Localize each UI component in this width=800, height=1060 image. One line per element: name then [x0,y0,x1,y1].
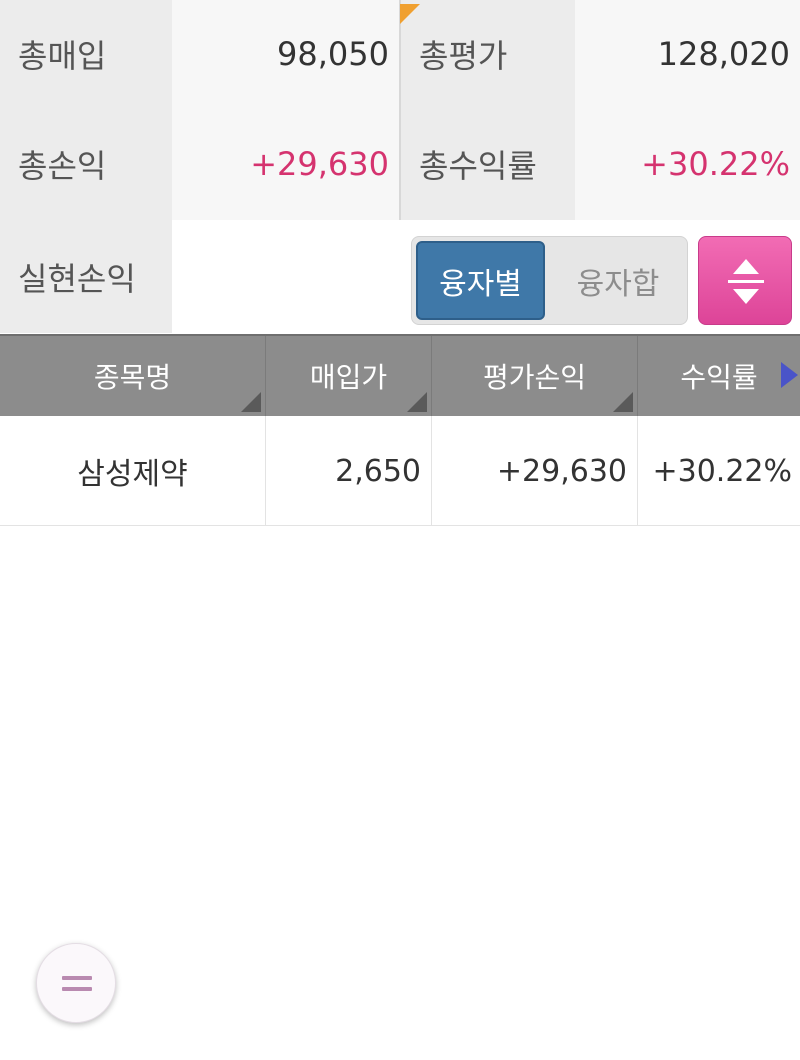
column-divider [399,0,401,220]
header-eval-pl[interactable]: 평가손익 [432,336,638,416]
realized-pl-value [172,220,399,333]
total-purchase-value: 98,050 [172,0,399,108]
by-loan-toggle-button[interactable]: 융자별 [416,241,545,320]
total-pl-value: +29,630 [172,108,399,220]
table-header: 종목명 매입가 평가손익 수익률 [0,334,800,416]
sort-button[interactable] [698,236,792,325]
header-stock-name-label: 종목명 [93,361,172,394]
loan-view-toggle: 융자별 융자합 [411,236,688,325]
return-rate-cell: +30.22% [652,453,792,489]
header-return-rate-label: 수익률 [680,361,758,394]
total-eval-value: 128,020 [575,0,800,108]
corner-triangle-icon [241,392,261,412]
total-eval-label: 총평가 [401,0,575,108]
loan-sum-toggle-button[interactable]: 융자합 [552,241,684,320]
header-stock-name[interactable]: 종목명 [0,336,266,416]
corner-triangle-icon [613,392,633,412]
eval-pl-cell: +29,630 [432,416,638,526]
header-eval-pl-label: 평가손익 [482,361,587,394]
account-summary: 총매입 98,050 총평가 128,020 총손익 +29,630 총수익률 … [0,0,800,333]
table-row[interactable]: 삼성제약 2,650 +29,630 +30.22% [0,416,800,526]
menu-fab-button[interactable] [36,943,116,1023]
header-purchase-price-label: 매입가 [309,361,388,394]
realized-pl-label: 실현손익 [0,220,172,333]
total-return-value: +30.22% [575,108,800,220]
corner-triangle-marker [400,4,420,24]
corner-triangle-icon [407,392,427,412]
header-purchase-price[interactable]: 매입가 [266,336,432,416]
purchase-price-cell: 2,650 [266,416,432,526]
total-return-label: 총수익률 [401,108,575,220]
total-pl-label: 총손익 [0,108,172,220]
stock-name-cell: 삼성제약 [0,416,266,526]
equals-menu-icon [62,976,92,991]
total-purchase-label: 총매입 [0,0,172,108]
right-triangle-icon[interactable] [781,362,798,388]
sort-up-down-icon [728,259,764,304]
header-return-rate[interactable]: 수익률 [638,336,800,416]
